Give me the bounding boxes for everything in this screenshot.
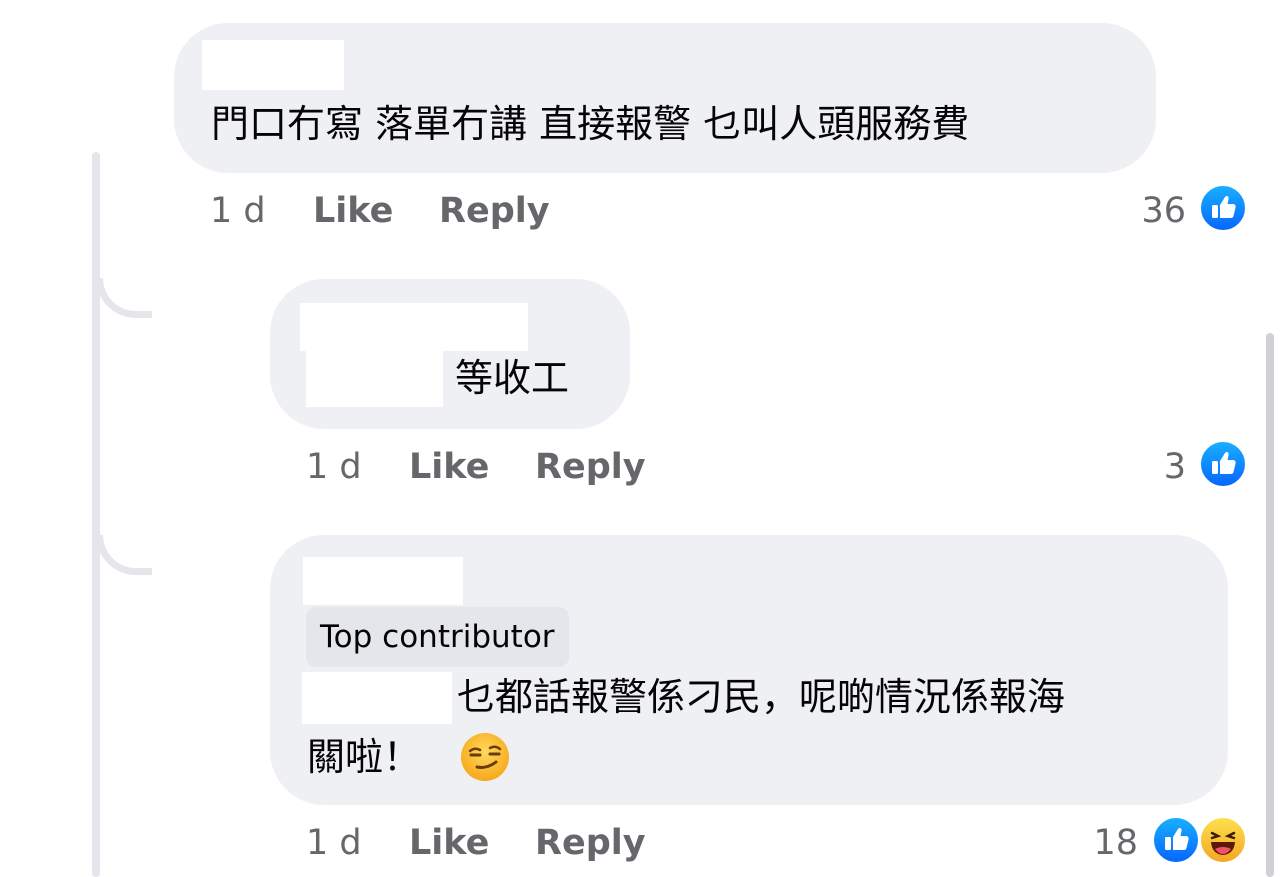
like-button[interactable]: Like bbox=[313, 186, 393, 236]
thumbs-up-icon bbox=[1212, 195, 1236, 218]
redacted-author-name bbox=[202, 40, 344, 90]
reply-bubble: 等收工 bbox=[270, 279, 630, 429]
reaction-count[interactable]: 18 bbox=[1058, 818, 1138, 868]
redacted-author-name bbox=[303, 557, 463, 605]
scrollbar[interactable] bbox=[1266, 333, 1274, 877]
redacted-author-name bbox=[300, 303, 528, 351]
smirking-face-emoji bbox=[461, 733, 509, 781]
reply-connector-curve bbox=[96, 278, 152, 318]
comment-bubble: 門口冇寫 落單冇講 直接報警 乜叫人頭服務費 bbox=[174, 23, 1156, 173]
reply-bubble: 乜都話報警係刁民，呢啲情況係報海 關啦！ bbox=[270, 535, 1228, 805]
haha-icon[interactable] bbox=[1199, 816, 1247, 864]
reply-connector-curve bbox=[96, 535, 152, 575]
laughing-face-icon bbox=[1210, 831, 1236, 855]
reply-button[interactable]: Reply bbox=[439, 186, 550, 236]
thread-connector-line bbox=[92, 152, 100, 877]
like-icon[interactable] bbox=[1152, 816, 1200, 864]
comment-text: 等收工 bbox=[455, 356, 570, 400]
reaction-count[interactable]: 36 bbox=[1106, 186, 1186, 236]
comment-thread: 門口冇寫 落單冇講 直接報警 乜叫人頭服務費 1 d Like Reply 36… bbox=[0, 0, 1284, 877]
like-button[interactable]: Like bbox=[409, 442, 489, 492]
comment-text-line-1: 乜都話報警係刁民，呢啲情況係報海 bbox=[457, 675, 1066, 719]
like-icon[interactable] bbox=[1199, 440, 1247, 488]
like-button[interactable]: Like bbox=[409, 818, 489, 868]
thumbs-up-icon bbox=[1212, 451, 1236, 474]
top-contributor-badge[interactable]: Top contributor bbox=[306, 607, 569, 667]
redacted-mention bbox=[306, 351, 443, 407]
comment-timestamp[interactable]: 1 d bbox=[210, 186, 266, 236]
reaction-count[interactable]: 3 bbox=[1106, 442, 1186, 492]
comment-timestamp[interactable]: 1 d bbox=[306, 818, 362, 868]
reply-button[interactable]: Reply bbox=[535, 442, 646, 492]
comment-timestamp[interactable]: 1 d bbox=[306, 442, 362, 492]
like-icon[interactable] bbox=[1199, 184, 1247, 232]
comment-text-line-2: 關啦！ bbox=[307, 735, 422, 779]
reply-button[interactable]: Reply bbox=[535, 818, 646, 868]
comment-text: 門口冇寫 落單冇講 直接報警 乜叫人頭服務費 bbox=[211, 102, 970, 146]
redacted-mention bbox=[302, 672, 452, 724]
thumbs-up-icon bbox=[1165, 827, 1189, 850]
